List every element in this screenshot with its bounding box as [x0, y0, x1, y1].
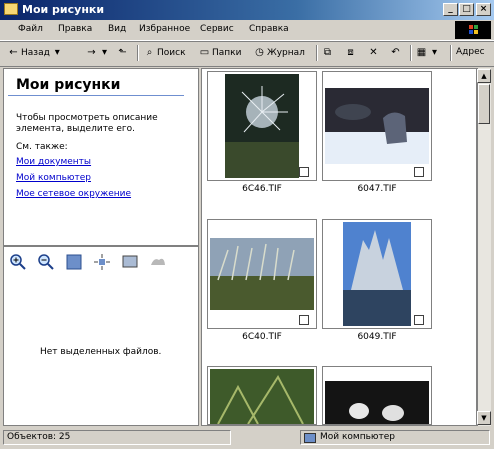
copy-to-icon: ⧈: [347, 47, 354, 58]
maximize-button[interactable]: □: [459, 3, 474, 16]
delete-button[interactable]: ✕: [368, 47, 379, 58]
thumbnail[interactable]: [322, 219, 432, 329]
best-fit-icon[interactable]: [64, 252, 84, 272]
tif-file-badge-icon: [299, 315, 309, 325]
thumbnail[interactable]: [322, 366, 432, 425]
tif-file-badge-icon: [299, 167, 309, 177]
toolbar-separator: [137, 45, 139, 61]
heading-underline: [8, 95, 184, 96]
address-label: Адрес: [456, 47, 485, 57]
undo-icon: ↶: [391, 47, 400, 58]
hint-text-line2: элемента, выделите его.: [16, 124, 135, 134]
views-icon: ▦: [416, 47, 427, 58]
thumbnail[interactable]: [207, 71, 317, 181]
scroll-up-button[interactable]: ▲: [477, 69, 491, 83]
folders-icon: ▭: [199, 47, 210, 58]
menu-view[interactable]: Вид: [108, 24, 126, 34]
pane-heading: Мои рисунки: [16, 77, 121, 93]
undo-button[interactable]: ↶: [390, 47, 401, 58]
preview-toolbar: [8, 252, 168, 272]
print-icon[interactable]: [148, 252, 168, 272]
scroll-down-button[interactable]: ▼: [477, 411, 491, 425]
search-icon: ⌕: [146, 47, 153, 58]
link-network-places[interactable]: Мое сетевое окружение: [16, 189, 131, 199]
link-my-computer[interactable]: Мой компьютер: [16, 173, 91, 183]
delete-icon: ✕: [369, 47, 378, 58]
menu-file[interactable]: Файл: [18, 24, 43, 34]
thumbnail[interactable]: [207, 366, 317, 425]
file-name: 6C40.TIF: [242, 332, 282, 342]
menu-favorites[interactable]: Избранное: [139, 24, 190, 34]
back-arrow-icon: ←: [9, 47, 18, 58]
history-icon: ◷: [255, 47, 264, 58]
menu-tools[interactable]: Сервис: [200, 24, 234, 34]
close-button[interactable]: ×: [476, 3, 491, 16]
forward-button[interactable]: → ▾: [86, 47, 110, 58]
search-button[interactable]: ⌕ Поиск: [144, 47, 186, 58]
thumbnail[interactable]: [322, 71, 432, 181]
actual-size-icon[interactable]: [92, 252, 112, 272]
up-folder-icon: ⬑: [118, 47, 127, 58]
file-name: 6047.TIF: [357, 184, 397, 194]
status-object-count: Объектов: 25: [3, 430, 231, 445]
up-folder-button[interactable]: ⬑: [117, 47, 128, 58]
move-to-button[interactable]: ⧉: [322, 47, 333, 58]
history-button[interactable]: ◷ Журнал: [254, 47, 305, 58]
slideshow-icon[interactable]: [120, 252, 140, 272]
window-title: Мои рисунки: [22, 3, 105, 16]
hint-text-line1: Чтобы просмотреть описание: [16, 113, 158, 123]
forward-arrow-icon: →: [87, 47, 96, 58]
dropdown-arrow-icon: ▾: [54, 47, 60, 58]
menu-help[interactable]: Справка: [249, 24, 289, 34]
dropdown-arrow-icon: ▾: [431, 47, 438, 58]
file-name: 6049.TIF: [357, 332, 397, 342]
toolbar-separator: [450, 45, 452, 61]
menu-edit[interactable]: Правка: [58, 24, 92, 34]
folder-icon: [4, 3, 18, 15]
thumbnail[interactable]: [207, 219, 317, 329]
zoom-in-icon[interactable]: [8, 252, 28, 272]
toolbar-separator: [410, 45, 412, 61]
file-name: 6C46.TIF: [242, 184, 282, 194]
computer-icon: [304, 432, 316, 443]
scrollbar-thumb[interactable]: [478, 84, 490, 124]
dropdown-arrow-icon: ▾: [101, 47, 108, 58]
windows-logo-icon: [455, 21, 491, 39]
folders-button[interactable]: ▭ Папки: [199, 47, 242, 58]
link-my-documents[interactable]: Мои документы: [16, 157, 91, 167]
preview-pane: [3, 246, 199, 426]
see-also-label: См. также:: [16, 142, 68, 152]
tif-file-badge-icon: [414, 315, 424, 325]
no-selection-text: Нет выделенных файлов.: [40, 347, 162, 357]
back-button[interactable]: ← Назад ▾: [8, 47, 63, 58]
copy-to-button[interactable]: ⧈: [345, 47, 356, 58]
minimize-button[interactable]: _: [443, 3, 458, 16]
views-button[interactable]: ▦ ▾: [416, 47, 440, 58]
toolbar-separator: [316, 45, 318, 61]
tif-file-badge-icon: [414, 167, 424, 177]
zoom-out-icon[interactable]: [36, 252, 56, 272]
move-to-icon: ⧉: [323, 47, 332, 58]
status-location: Мой компьютер: [300, 430, 490, 445]
